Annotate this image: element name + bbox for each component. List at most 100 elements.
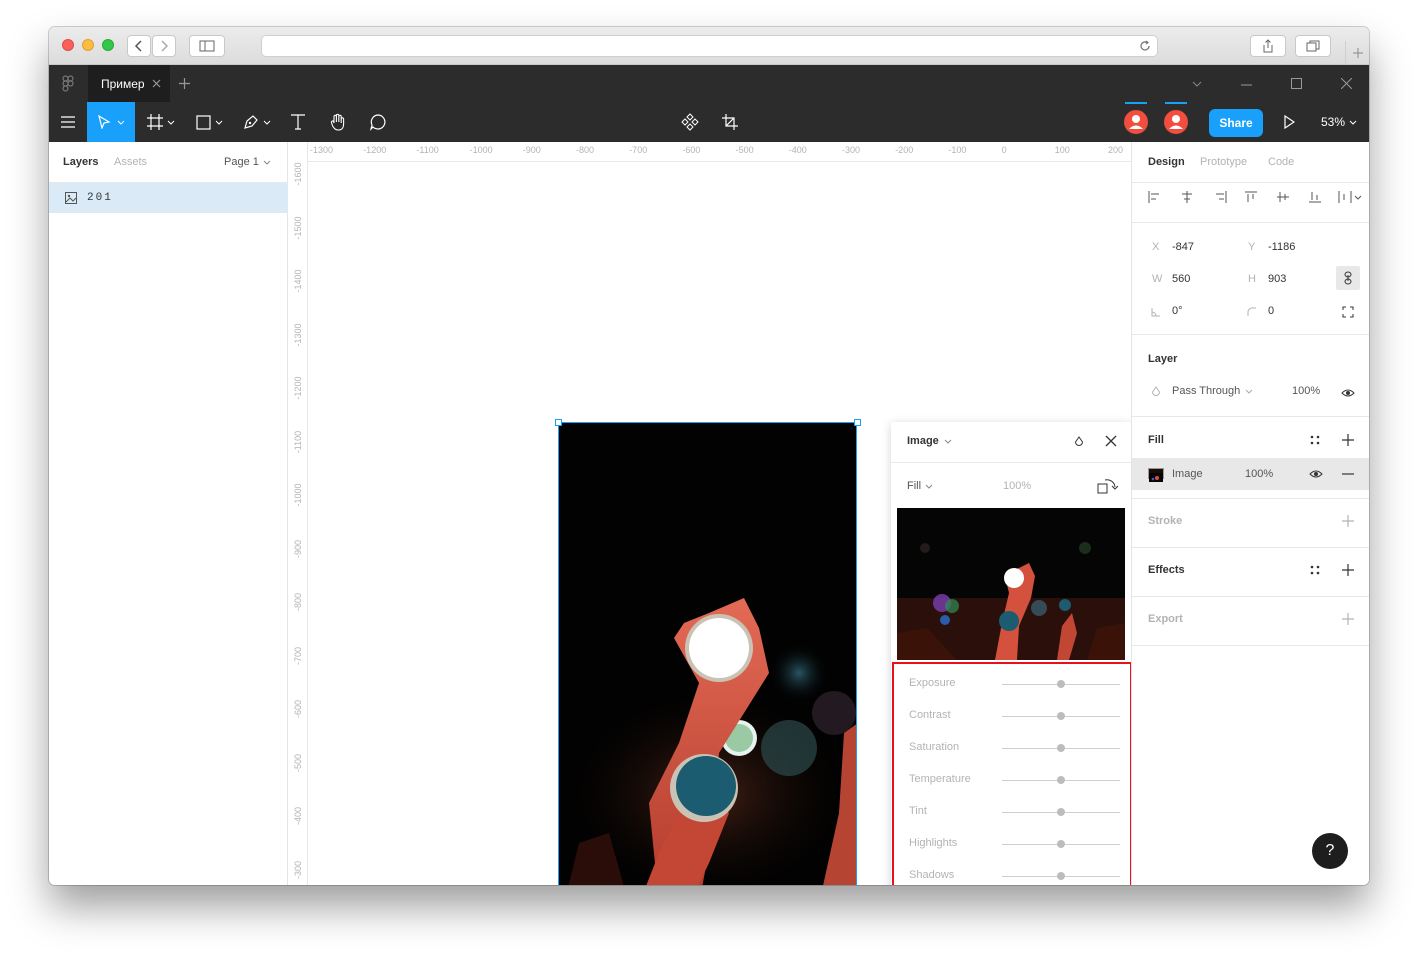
ruler-tick-label: -1300 (293, 322, 303, 347)
new-tab-button[interactable] (1345, 41, 1369, 65)
forward-button[interactable] (152, 35, 176, 57)
slider-thumb[interactable] (1057, 712, 1065, 720)
slider-thumb[interactable] (1057, 744, 1065, 752)
close-icon[interactable] (1105, 435, 1117, 447)
radius-value[interactable]: 0 (1268, 305, 1274, 317)
components-button[interactable] (677, 102, 703, 142)
slider-thumb[interactable] (1057, 840, 1065, 848)
independent-corners-icon[interactable] (1342, 306, 1354, 318)
layer-opacity[interactable]: 100% (1292, 385, 1320, 397)
ruler-tick-label: 100 (1054, 145, 1070, 155)
slider-thumb[interactable] (1057, 776, 1065, 784)
h-value[interactable]: 903 (1268, 273, 1286, 285)
chevron-down-icon[interactable] (1192, 81, 1202, 87)
add-stroke-plus-icon[interactable] (1342, 515, 1354, 527)
tab-assets[interactable]: Assets (114, 156, 147, 168)
add-fill-plus-icon[interactable] (1342, 434, 1354, 446)
fill-mode-dropdown[interactable]: Fill (907, 480, 933, 492)
minimize-icon[interactable] (1241, 84, 1252, 86)
eye-icon[interactable] (1309, 469, 1323, 479)
ruler-tick-label: -500 (735, 145, 754, 155)
slider-thumb[interactable] (1057, 808, 1065, 816)
styles-grid-icon[interactable] (1310, 435, 1320, 445)
chevron-down-icon (167, 120, 175, 125)
tab-primer[interactable]: Пример (88, 65, 170, 102)
ruler-tick-label: -1200 (293, 376, 303, 400)
tab-code[interactable]: Code (1268, 156, 1294, 168)
add-effect-plus-icon[interactable] (1342, 564, 1354, 576)
move-tool-button[interactable] (87, 102, 135, 142)
alignment-toolbar[interactable] (1132, 188, 1369, 208)
rotation-value[interactable]: 0° (1172, 305, 1183, 317)
hand-tool-button[interactable] (325, 102, 351, 142)
image-settings-popup: Image Fill 100% Exposure Contrast Satura… (891, 422, 1131, 885)
slider-thumb[interactable] (1057, 680, 1065, 688)
layer-name: 201 (87, 192, 113, 204)
ruler-tick-label: 200 (1108, 145, 1124, 155)
close-app-icon[interactable] (1341, 78, 1352, 89)
x-value[interactable]: -847 (1172, 241, 1194, 253)
back-button[interactable] (127, 35, 151, 57)
popup-opacity[interactable]: 100% (1003, 480, 1031, 492)
present-button[interactable] (1276, 102, 1302, 142)
comment-tool-button[interactable] (365, 102, 391, 142)
crop-button[interactable] (717, 102, 743, 142)
y-value[interactable]: -1186 (1268, 241, 1295, 253)
minimize-window-button[interactable] (82, 39, 94, 51)
new-tab-plus-icon[interactable] (179, 78, 190, 89)
adjustments-highlight: Exposure Contrast Saturation Temperature Tin… (892, 662, 1131, 885)
zoom-window-button[interactable] (102, 39, 114, 51)
ruler-tick-label: -100 (948, 145, 967, 155)
add-export-plus-icon[interactable] (1342, 613, 1354, 625)
tab-design[interactable]: Design (1148, 156, 1185, 168)
ruler-tick-label: -700 (293, 646, 303, 665)
eye-icon[interactable] (1341, 388, 1355, 398)
tabs-icon (1306, 40, 1320, 52)
popup-title[interactable]: Image (907, 435, 952, 447)
figma-logo-icon[interactable] (49, 65, 87, 102)
tab-prototype[interactable]: Prototype (1200, 156, 1247, 168)
corner-radius-icon (1247, 307, 1256, 316)
remove-fill-icon[interactable] (1342, 473, 1354, 475)
chevron-down-icon (263, 160, 271, 165)
align-right-icon (1216, 191, 1227, 203)
page-selector[interactable]: Page 1 (224, 156, 271, 168)
slider-thumb[interactable] (1057, 872, 1065, 880)
avatar[interactable] (1122, 102, 1150, 142)
zoom-dropdown[interactable]: 53% (1315, 102, 1363, 142)
user-avatar-icon (1164, 110, 1188, 134)
close-icon[interactable] (152, 79, 161, 88)
close-window-button[interactable] (62, 39, 74, 51)
fill-thumbnail[interactable] (1148, 468, 1164, 482)
selected-image[interactable] (558, 422, 857, 885)
fill-opacity[interactable]: 100% (1245, 468, 1273, 480)
fill-type[interactable]: Image (1172, 468, 1203, 480)
text-tool-button[interactable] (285, 102, 311, 142)
share-button[interactable]: Share (1209, 109, 1263, 137)
maximize-icon[interactable] (1291, 78, 1302, 89)
blend-mode-dropdown[interactable]: Pass Through (1172, 385, 1253, 397)
chevron-left-icon (134, 40, 142, 52)
w-value[interactable]: 560 (1172, 273, 1190, 285)
tab-layers[interactable]: Layers (63, 156, 98, 168)
shape-tool-button[interactable] (189, 102, 229, 142)
share-button-browser[interactable] (1250, 35, 1286, 57)
rotate-icon[interactable] (1097, 477, 1119, 495)
constrain-proportions-button[interactable] (1336, 266, 1360, 290)
help-button[interactable]: ? (1312, 833, 1348, 869)
layer-row[interactable]: 201 (49, 183, 288, 213)
sidebar-toggle-button[interactable] (189, 35, 225, 57)
frame-tool-button[interactable] (141, 102, 181, 142)
address-bar[interactable] (261, 35, 1158, 57)
tabs-overview-button[interactable] (1295, 35, 1331, 57)
styles-grid-icon[interactable] (1310, 565, 1320, 575)
avatar[interactable] (1162, 102, 1190, 142)
canvas[interactable]: -1300 -1200 -1100 -1000 -900 -800 -700 -600 -500… (288, 142, 1131, 885)
figma-toolbar: Share 53% (49, 102, 1369, 142)
ruler-tick-label: -200 (895, 145, 914, 155)
fill-row[interactable]: Image 100% (1132, 458, 1369, 490)
style-drop-icon[interactable] (1074, 436, 1084, 448)
main-menu-button[interactable] (49, 102, 87, 142)
pen-tool-button[interactable] (237, 102, 277, 142)
design-panel: Design Prototype Code X -847 Y -1186 W 5… (1131, 142, 1369, 885)
